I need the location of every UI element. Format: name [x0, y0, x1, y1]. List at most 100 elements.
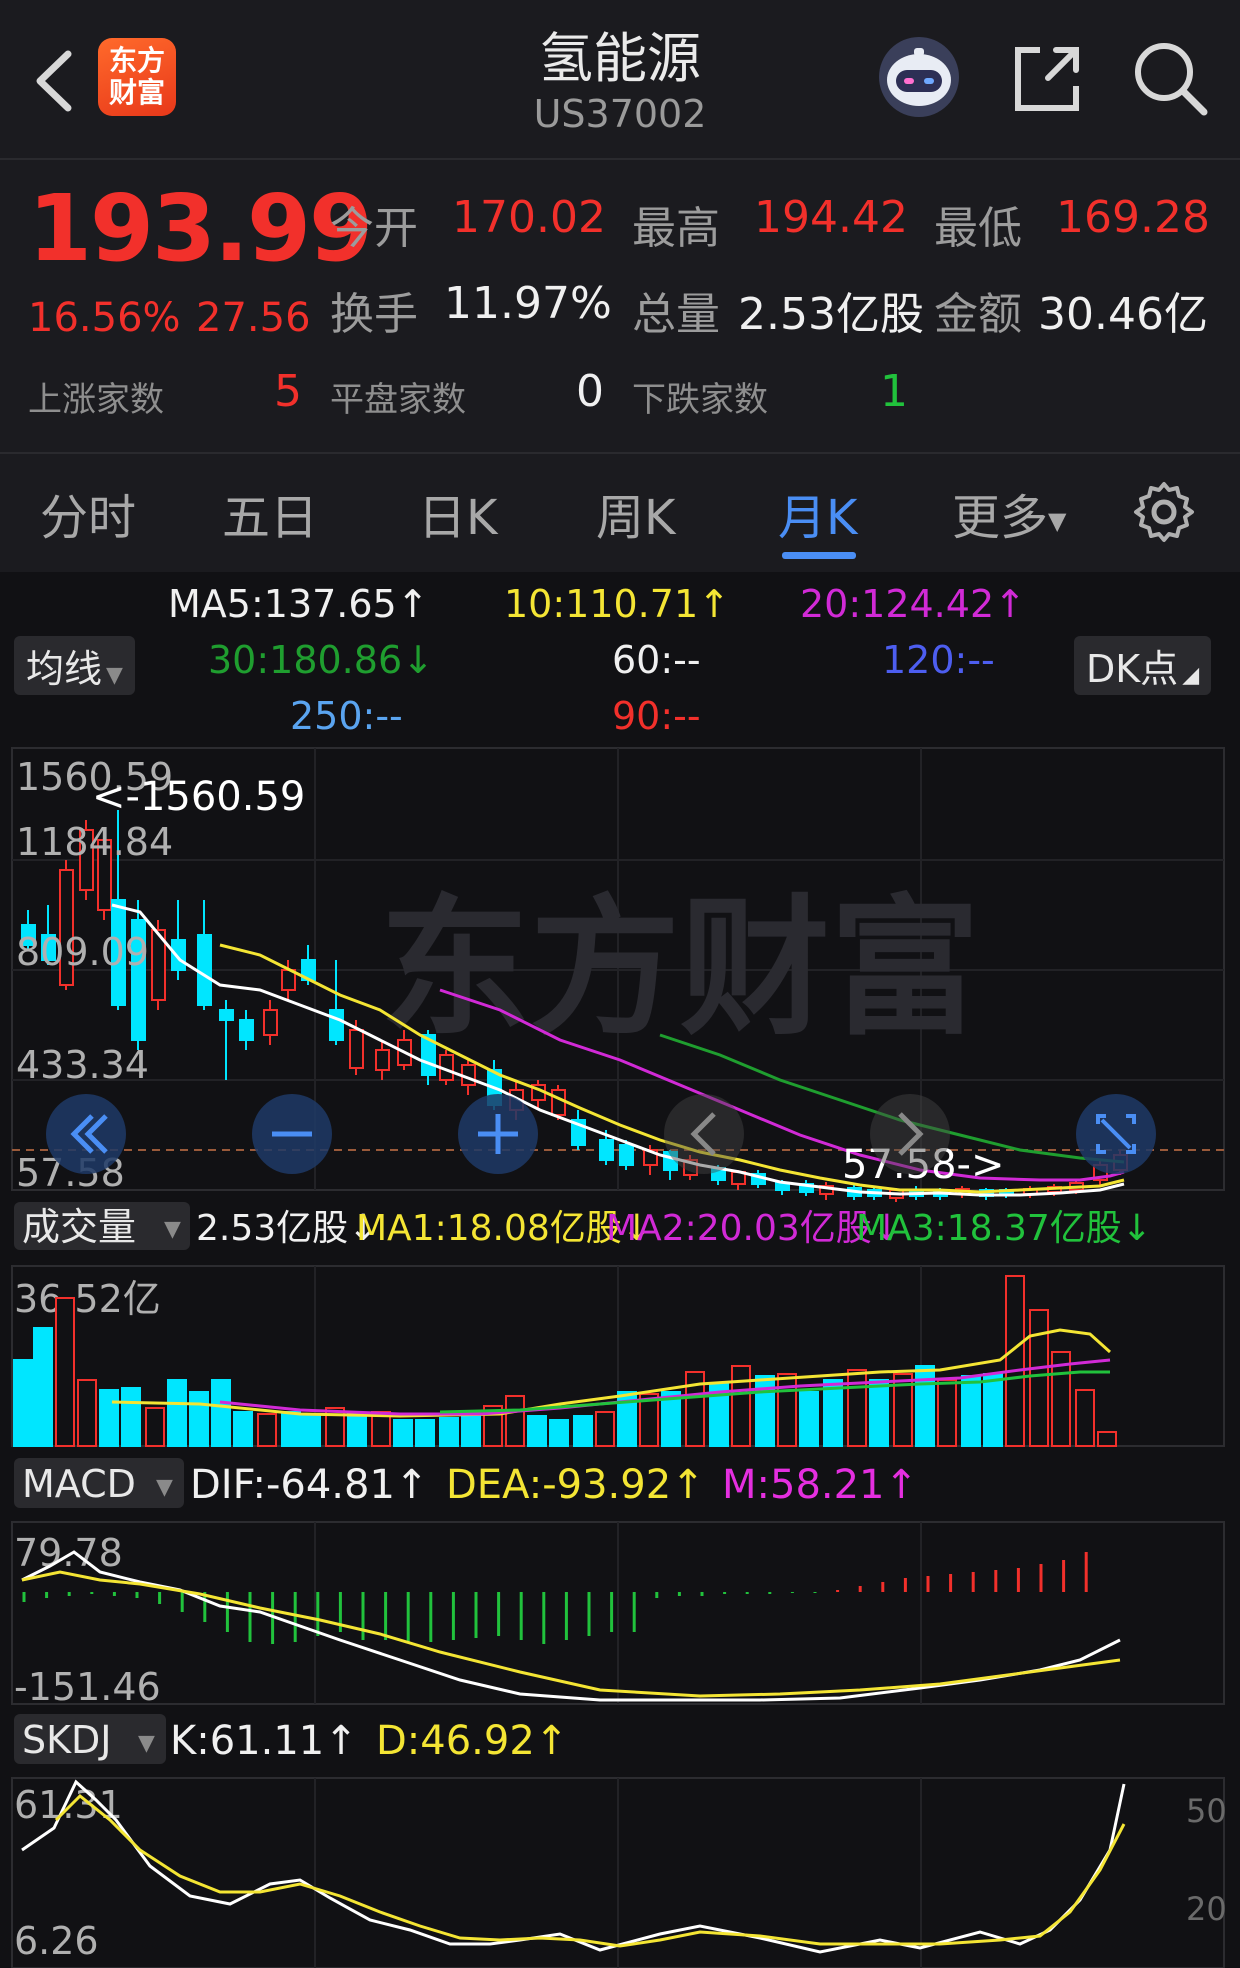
logo-text-top: 东方: [108, 44, 165, 77]
volume-bar: [55, 1297, 75, 1447]
kline-chart[interactable]: 东方财富 1560.59 1184.84 809.09 433.34 57.58…: [0, 740, 1240, 1968]
volume-bar: [99, 1389, 119, 1447]
skdj-ref-50: 50: [1186, 1792, 1227, 1830]
macd-dea-line: [21, 1570, 1121, 1698]
zoom-in-button[interactable]: [458, 1094, 538, 1174]
candle-body: [263, 1009, 278, 1036]
macd-legend: MACD ▼ DIF:-64.81↑ DEA:-93.92↑ M:58.21↑: [14, 1458, 918, 1508]
volume-bar: [573, 1415, 593, 1447]
flat-count-label: 平盘家数: [330, 380, 466, 420]
ma90-legend: 90:--: [612, 694, 701, 738]
dropdown-caret-icon: ▼: [164, 1217, 181, 1242]
volume-bar: [937, 1379, 957, 1447]
share-icon[interactable]: [1010, 42, 1084, 116]
volume-bar: [505, 1395, 525, 1447]
macd-selector-label: MACD: [22, 1462, 136, 1506]
skdj-y-bottom: 6.26: [14, 1919, 99, 1963]
volume-ma-lines: [111, 1328, 1112, 1418]
candle-body: [599, 1139, 614, 1161]
volume-selector-label: 成交量: [22, 1205, 136, 1249]
volume-legend: 成交量 ▼ 2.53亿股↓ MA1:18.08亿股↓ MA2:20.03亿股↓ …: [14, 1202, 1152, 1250]
scroll-left-button[interactable]: [46, 1094, 126, 1174]
dropdown-caret-icon: ▼: [106, 663, 123, 688]
low-value: 169.28: [1056, 192, 1210, 243]
dk-point-label: DK点: [1086, 647, 1179, 691]
settings-gear-icon[interactable]: [1132, 480, 1196, 544]
tab-intraday[interactable]: 分时: [40, 478, 136, 548]
volume-bar: [145, 1407, 165, 1447]
volume-bar: [755, 1375, 775, 1447]
volume-bar: [1005, 1275, 1025, 1447]
volume-value: 2.53亿股↓: [196, 1208, 378, 1249]
turnover-value: 11.97%: [444, 278, 612, 329]
skdj-lines: [21, 1779, 1126, 1954]
robot-assistant-icon[interactable]: [876, 34, 962, 120]
macd-y-bottom: -151.46: [14, 1665, 161, 1709]
next-button[interactable]: [870, 1094, 950, 1174]
prev-button[interactable]: [664, 1094, 744, 1174]
ma20-legend: 20:124.42↑: [800, 582, 1026, 626]
fullscreen-button[interactable]: [1076, 1094, 1156, 1174]
macd-dif-line: [21, 1550, 1121, 1702]
candle-body: [619, 1144, 634, 1166]
high-value: 194.42: [754, 192, 908, 243]
skdj-d: D:46.92↑: [376, 1718, 568, 1764]
volume-bar: [961, 1375, 981, 1447]
dropdown-caret-icon: ▼: [156, 1475, 173, 1500]
skdj-ref-20: 20: [1186, 1890, 1227, 1928]
open-label: 今开: [330, 203, 418, 254]
back-arrow-icon[interactable]: [28, 46, 84, 116]
tab-monthly-k[interactable]: 月K: [778, 478, 857, 548]
ma-selector[interactable]: 均线 ▼: [14, 636, 135, 695]
up-count-label: 上涨家数: [28, 380, 164, 420]
volume-bar: [983, 1373, 1003, 1447]
volume-bar: [415, 1419, 435, 1447]
amount-label: 金额: [934, 289, 1022, 340]
high-label: 最高: [632, 203, 720, 254]
tab-more[interactable]: 更多▼: [952, 478, 1066, 548]
open-value: 170.02: [452, 192, 606, 243]
skdj-k-line: [21, 1779, 1126, 1954]
zoom-out-button[interactable]: [252, 1094, 332, 1174]
volume-bar: [393, 1419, 413, 1447]
dropdown-caret-icon: ▼: [1048, 507, 1067, 535]
y-label-4: 433.34: [16, 1043, 149, 1087]
tab-weekly-k[interactable]: 周K: [596, 478, 675, 548]
tab-five-day[interactable]: 五日: [222, 478, 318, 548]
turnover-label: 换手: [330, 289, 418, 340]
tab-more-label: 更多: [952, 490, 1049, 546]
y-label-3: 809.09: [16, 930, 149, 974]
volume-bar: [1097, 1431, 1117, 1447]
ma120-legend: 120:--: [882, 638, 995, 682]
volume-bar: [549, 1419, 569, 1447]
skdj-k: K:61.11↑: [170, 1718, 358, 1764]
change-percent: 16.56%: [28, 295, 181, 341]
candle-body: [239, 1019, 254, 1041]
tab-daily-k[interactable]: 日K: [418, 478, 497, 548]
dk-point-button[interactable]: DK点 ◢: [1074, 636, 1212, 695]
volume-bar: [167, 1379, 187, 1447]
sector-code: US37002: [533, 92, 707, 136]
macd-dea: DEA:-93.92↑: [446, 1462, 705, 1508]
corner-triangle-icon: ◢: [1182, 663, 1200, 688]
volume-bar: [777, 1373, 797, 1447]
flat-count: 0: [576, 366, 604, 417]
volume-bar: [439, 1417, 459, 1447]
app-logo[interactable]: 东方 财富: [98, 38, 176, 116]
ma250-legend: 250:--: [290, 694, 403, 738]
candle-body: [329, 1009, 344, 1041]
skdj-legend: SKDJ ▼ K:61.11↑ D:46.92↑: [14, 1714, 568, 1764]
y-label-2: 1184.84: [16, 820, 173, 864]
ma-selector-label: 均线: [26, 647, 103, 691]
macd-histogram: [22, 1552, 1088, 1644]
candle-body: [551, 1089, 566, 1116]
volume-bar: [211, 1379, 231, 1447]
volume-bar: [731, 1365, 751, 1447]
active-tab-indicator: [782, 552, 856, 559]
volume-bar: [1075, 1389, 1095, 1447]
search-icon[interactable]: [1130, 38, 1210, 118]
candle-body: [375, 1049, 390, 1071]
volume-bar: [461, 1413, 481, 1447]
dropdown-caret-icon: ▼: [138, 1731, 155, 1756]
volume-bar: [1029, 1309, 1049, 1447]
